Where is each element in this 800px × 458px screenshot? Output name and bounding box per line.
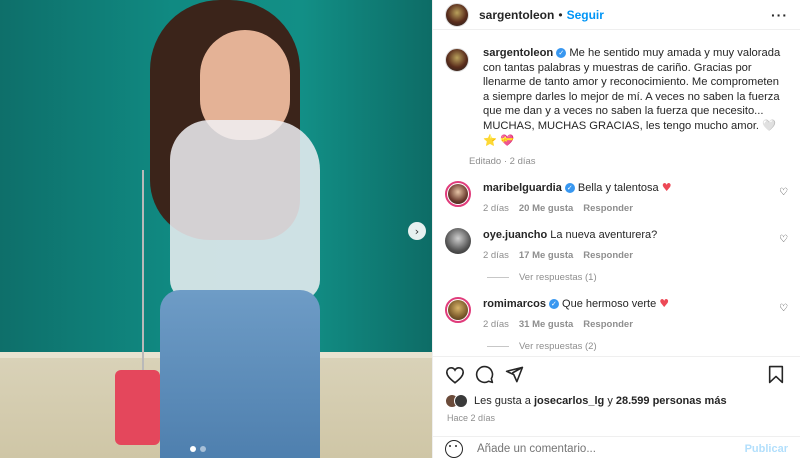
comments-list[interactable]: sargentoleon ✓ Me he sentido muy amada y … <box>433 38 800 355</box>
replies-divider <box>487 277 509 279</box>
commenter-avatar[interactable] <box>445 228 471 255</box>
subject-jeans <box>160 290 320 458</box>
chevron-right-icon[interactable]: › <box>408 222 426 240</box>
likes-count[interactable]: 28.599 personas más <box>616 395 727 407</box>
heart-icon[interactable] <box>445 364 475 386</box>
post-sidebar: sargentoleon • Seguir ··· sargentoleon ✓ … <box>432 0 800 458</box>
liker-username[interactable]: josecarlos_lg <box>534 395 604 407</box>
publish-button[interactable]: Publicar <box>745 443 788 455</box>
comment-age[interactable]: 2 días <box>483 250 509 261</box>
comment-likes[interactable]: 17 Me gusta <box>519 250 573 261</box>
comment-heart-icon[interactable]: ♡ <box>779 234 788 245</box>
follow-button[interactable]: Seguir <box>567 8 604 22</box>
post-image[interactable] <box>0 0 432 458</box>
subject-bag <box>115 370 160 445</box>
author-avatar[interactable] <box>445 2 469 27</box>
red-heart-emoji: ♥ <box>661 181 672 195</box>
commenter-username[interactable]: oye.juancho <box>483 229 547 241</box>
caption-body: Me he sentido muy amada y muy valorada c… <box>483 47 781 147</box>
commenter-username[interactable]: romimarcos <box>483 298 546 310</box>
comment-item: romimarcos ✓ Que hermoso verte ♥ 2 días 3… <box>445 297 788 330</box>
caption-username[interactable]: sargentoleon <box>483 47 553 59</box>
carousel-dot <box>200 446 206 452</box>
comment-heart-icon[interactable]: ♡ <box>779 303 788 314</box>
comment-input[interactable] <box>477 442 727 455</box>
comment-icon[interactable] <box>475 364 505 386</box>
comment-age[interactable]: 2 días <box>483 203 509 214</box>
liker-avatar <box>454 394 468 408</box>
post-timestamp[interactable]: Hace 2 días <box>447 413 495 423</box>
caption-meta: Editado · 2 días <box>469 156 536 168</box>
verified-badge-icon: ✓ <box>564 183 575 194</box>
share-icon[interactable] <box>505 364 535 386</box>
carousel-dots <box>190 446 206 452</box>
caption-text: sargentoleon ✓ Me he sentido muy amada y … <box>483 46 783 148</box>
more-options-icon[interactable]: ··· <box>771 7 788 23</box>
verified-badge-icon: ✓ <box>556 48 567 59</box>
action-bar <box>433 356 800 392</box>
reply-button[interactable]: Responder <box>583 250 633 261</box>
reply-button[interactable]: Responder <box>583 203 633 214</box>
comment-meta: 2 días 17 Me gusta Responder <box>483 250 763 261</box>
comment-meta: 2 días 20 Me gusta Responder <box>483 203 763 214</box>
replies-divider <box>487 346 509 348</box>
comment-age[interactable]: 2 días <box>483 319 509 330</box>
photo-subject <box>115 0 330 458</box>
bag-strap <box>142 170 144 375</box>
separator: • <box>558 7 563 22</box>
comment-text: La nueva aventurera? <box>550 229 658 242</box>
author-avatar[interactable] <box>445 48 469 72</box>
author-username[interactable]: sargentoleon <box>479 8 554 22</box>
comment-meta: 2 días 31 Me gusta Responder <box>483 319 763 330</box>
reply-button[interactable]: Responder <box>583 319 633 330</box>
subject-blouse <box>170 120 320 300</box>
likes-joiner: y <box>607 395 613 407</box>
comment-item: maribelguardia ✓ Bella y talentosa ♥ 2 dí… <box>445 181 788 214</box>
comment-item: oye.juancho La nueva aventurera? 2 días … <box>445 228 788 261</box>
comment-heart-icon[interactable]: ♡ <box>779 187 788 198</box>
comment-likes[interactable]: 20 Me gusta <box>519 203 573 214</box>
comment-text: Bella y talentosa <box>577 182 659 195</box>
add-comment-bar: Publicar <box>433 436 800 458</box>
commenter-avatar[interactable] <box>445 181 471 208</box>
view-replies-button[interactable]: Ver respuestas (1) <box>487 272 788 283</box>
carousel-dot <box>190 446 196 452</box>
bookmark-icon[interactable] <box>768 364 788 386</box>
red-heart-emoji: ♥ <box>659 297 670 311</box>
commenter-username[interactable]: maribelguardia <box>483 182 562 194</box>
comment-text: Que hermoso verte <box>562 298 657 311</box>
comment-likes[interactable]: 31 Me gusta <box>519 319 573 330</box>
emoji-icon[interactable] <box>445 439 463 458</box>
commenter-avatar[interactable] <box>445 297 471 324</box>
likes-summary[interactable]: Les gusta a josecarlos_lg y 28.599 perso… <box>445 394 727 408</box>
view-replies-label: Ver respuestas (1) <box>519 272 597 284</box>
caption: sargentoleon ✓ Me he sentido muy amada y … <box>445 46 788 167</box>
post-header: sargentoleon • Seguir ··· <box>433 0 800 30</box>
likes-prefix: Les gusta a <box>474 395 531 407</box>
view-replies-button[interactable]: Ver respuestas (2) <box>487 341 788 352</box>
likes-text: Les gusta a josecarlos_lg y 28.599 perso… <box>474 395 727 407</box>
view-replies-label: Ver respuestas (2) <box>519 341 597 353</box>
verified-badge-icon: ✓ <box>548 299 559 310</box>
